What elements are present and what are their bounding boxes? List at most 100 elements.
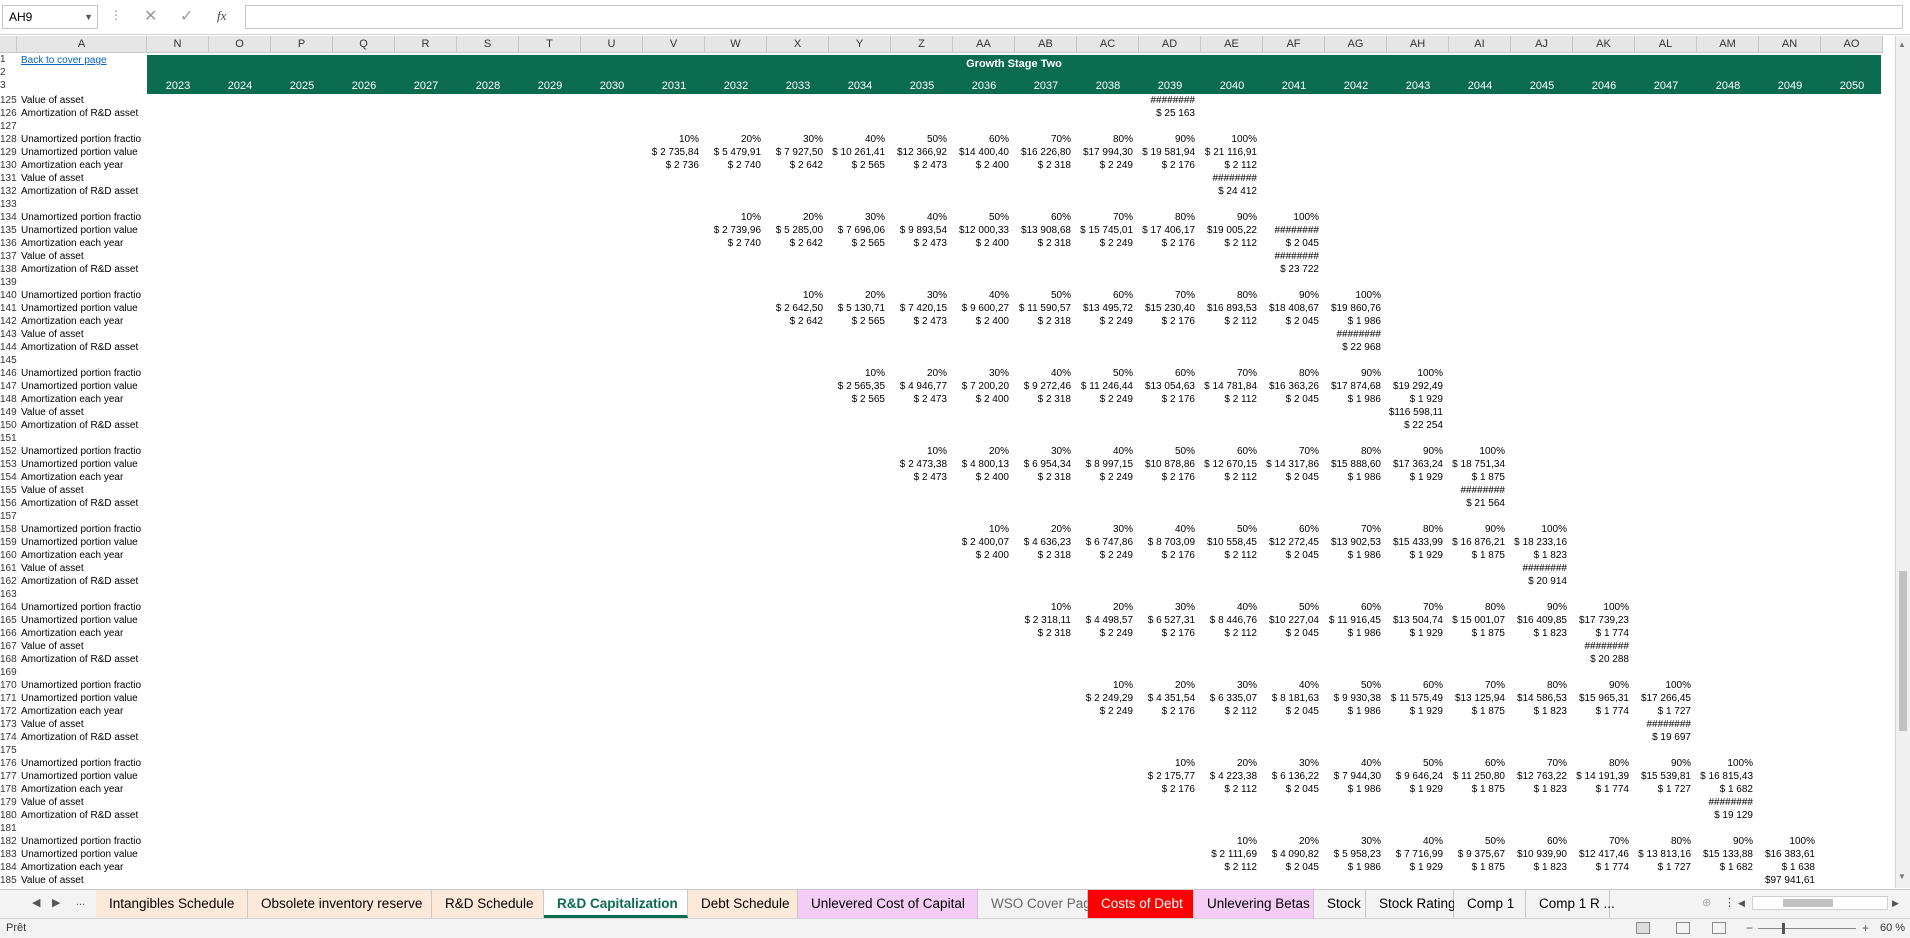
cell-value[interactable]: $ 2 318: [1009, 159, 1071, 172]
cell-value[interactable]: $ 18 233,16: [1505, 536, 1567, 549]
zoom-level[interactable]: 60 %: [1880, 919, 1905, 937]
cell-value[interactable]: $ 1 929: [1381, 627, 1443, 640]
row-number[interactable]: 2: [0, 66, 17, 79]
row-label[interactable]: Amortization each year: [21, 861, 145, 874]
row-label[interactable]: Amortization of R&D asset: [21, 731, 145, 744]
cell-value[interactable]: $ 9 272,46: [1009, 380, 1071, 393]
cell-value[interactable]: $ 4 946,77: [885, 380, 947, 393]
row-number[interactable]: 184: [0, 861, 17, 874]
cell-value[interactable]: 10%: [637, 133, 699, 146]
cell-value[interactable]: 30%: [1009, 445, 1071, 458]
cell-value[interactable]: 50%: [1133, 445, 1195, 458]
column-header[interactable]: AM: [1697, 36, 1759, 53]
cell-value[interactable]: $ 7 716,99: [1381, 848, 1443, 861]
vertical-scrollbar[interactable]: ▲ ▼: [1895, 36, 1910, 888]
cell-value[interactable]: $ 9 893,54: [885, 224, 947, 237]
cell-value[interactable]: 60%: [1133, 367, 1195, 380]
prev-sheet-icon[interactable]: ◀: [32, 896, 40, 909]
cell-value[interactable]: $ 2 176: [1133, 549, 1195, 562]
cell-value[interactable]: $17 363,24: [1381, 458, 1443, 471]
cell-value[interactable]: $ 1 929: [1381, 861, 1443, 874]
row-label[interactable]: Value of asset: [21, 718, 145, 731]
cell-value[interactable]: $ 2 111,69: [1195, 848, 1257, 861]
cell-value[interactable]: $ 1 929: [1381, 471, 1443, 484]
more-options-icon[interactable]: ⋮: [110, 8, 122, 22]
row-number[interactable]: 183: [0, 848, 17, 861]
column-header[interactable]: P: [271, 36, 333, 53]
cell-value[interactable]: $ 2 112: [1195, 861, 1257, 874]
cell-value[interactable]: $16 226,80: [1009, 146, 1071, 159]
row-number[interactable]: 155: [0, 484, 17, 497]
cell-value[interactable]: ########: [1195, 172, 1258, 185]
cell-value[interactable]: $ 2 112: [1195, 549, 1257, 562]
sheet-tab[interactable]: Stock: [1314, 890, 1366, 918]
cell-value[interactable]: $ 2 249: [1071, 159, 1133, 172]
cell-value[interactable]: $ 19 129: [1691, 809, 1753, 822]
cell-value[interactable]: $ 2 112: [1195, 159, 1257, 172]
cell-value[interactable]: 10%: [1009, 601, 1071, 614]
cell-value[interactable]: $ 15 745,01: [1071, 224, 1133, 237]
cell-value[interactable]: $13 495,72: [1071, 302, 1133, 315]
cell-value[interactable]: $ 14 317,86: [1257, 458, 1319, 471]
row-number[interactable]: 148: [0, 393, 17, 406]
cell-value[interactable]: $ 2 112: [1195, 627, 1257, 640]
cell-value[interactable]: $ 2 045: [1257, 393, 1319, 406]
row-number[interactable]: 152: [0, 445, 17, 458]
cell-value[interactable]: 30%: [1319, 835, 1381, 848]
row-number[interactable]: 156: [0, 497, 17, 510]
cell-value[interactable]: 80%: [1257, 367, 1319, 380]
cell-value[interactable]: $ 24 412: [1195, 185, 1257, 198]
cell-value[interactable]: 100%: [1195, 133, 1257, 146]
cell-value[interactable]: 10%: [1071, 679, 1133, 692]
column-header[interactable]: AI: [1449, 36, 1511, 53]
cell-value[interactable]: $ 1 986: [1319, 861, 1381, 874]
cell-value[interactable]: $ 21 116,91: [1195, 146, 1257, 159]
cell-value[interactable]: $ 16 876,21: [1443, 536, 1505, 549]
cell-value[interactable]: 30%: [947, 367, 1009, 380]
cell-value[interactable]: $ 18 751,34: [1443, 458, 1505, 471]
row-number[interactable]: 181: [0, 822, 17, 835]
cell-value[interactable]: $ 2 112: [1195, 705, 1257, 718]
insert-function-icon[interactable]: fx: [217, 8, 226, 24]
cell-value[interactable]: $ 1 823: [1505, 861, 1567, 874]
cell-value[interactable]: $ 7 696,06: [823, 224, 885, 237]
cell-value[interactable]: 70%: [1195, 367, 1257, 380]
column-header[interactable]: X: [767, 36, 829, 53]
sheet-tab[interactable]: WSO Cover Page: [978, 890, 1098, 918]
cell-value[interactable]: 100%: [1381, 367, 1443, 380]
cell-value[interactable]: $ 2 045: [1257, 783, 1319, 796]
cell-value[interactable]: 20%: [1009, 523, 1071, 536]
row-label[interactable]: Unamortized portion fractio: [21, 133, 145, 146]
cell-value[interactable]: $15 888,60: [1319, 458, 1381, 471]
row-number[interactable]: 179: [0, 796, 17, 809]
cell-value[interactable]: $ 2 175,77: [1133, 770, 1195, 783]
horizontal-scrollbar[interactable]: [1752, 896, 1888, 910]
row-label[interactable]: Amortization of R&D asset: [21, 419, 145, 432]
cell-value[interactable]: 30%: [761, 133, 823, 146]
cell-value[interactable]: $ 2 565: [823, 237, 885, 250]
cell-value[interactable]: 50%: [947, 211, 1009, 224]
cell-value[interactable]: $ 1 986: [1319, 783, 1381, 796]
row-number[interactable]: 166: [0, 627, 17, 640]
cell-value[interactable]: $ 2 318: [1009, 393, 1071, 406]
row-number[interactable]: 163: [0, 588, 17, 601]
cell-value[interactable]: 30%: [1133, 601, 1195, 614]
cell-value[interactable]: $ 17 406,17: [1133, 224, 1195, 237]
cell-value[interactable]: 80%: [1629, 835, 1691, 848]
cell-value[interactable]: $ 11 916,45: [1319, 614, 1381, 627]
sheet-tab[interactable]: Comp 1 R ...: [1526, 890, 1615, 918]
row-label[interactable]: Value of asset: [21, 484, 145, 497]
spreadsheet-grid[interactable]: A N O P Q R S T U V W X Y Z AA AB AC AD AE AF AG AH AI AJ AK AL A…: [0, 36, 1895, 888]
cell-value[interactable]: $ 2 045: [1257, 549, 1319, 562]
cell-value[interactable]: $ 2 400: [947, 237, 1009, 250]
cell-value[interactable]: $ 2 112: [1195, 393, 1257, 406]
cell-value[interactable]: $ 9 600,27: [947, 302, 1009, 315]
sheet-tab[interactable]: R&D Capitalization: [544, 890, 688, 918]
row-label[interactable]: Value of asset: [21, 172, 145, 185]
cell-value[interactable]: $ 6 136,22: [1257, 770, 1319, 783]
row-label[interactable]: Unamortized portion fractio: [21, 835, 145, 848]
row-label[interactable]: Value of asset: [21, 94, 145, 107]
cell-value[interactable]: 50%: [1257, 601, 1319, 614]
cell-value[interactable]: $ 1 774: [1567, 705, 1629, 718]
column-header[interactable]: S: [457, 36, 519, 53]
